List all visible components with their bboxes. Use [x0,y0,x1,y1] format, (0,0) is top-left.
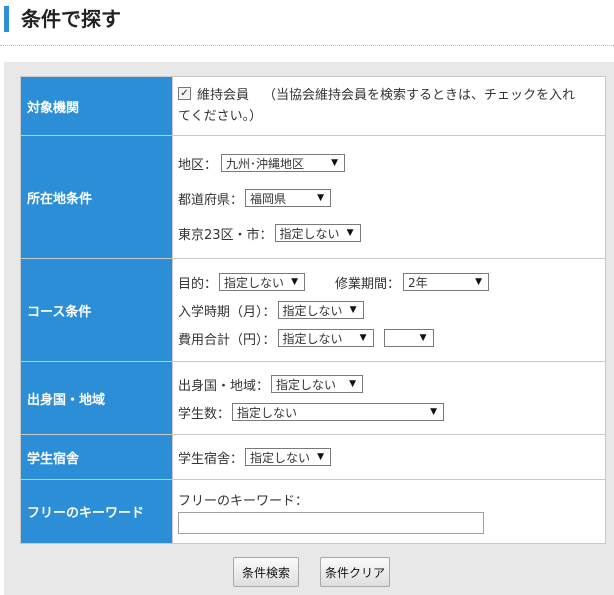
clear-button[interactable]: 条件クリア [320,557,390,587]
row-header-course: コース条件 [20,258,173,362]
cost-max-select[interactable]: ▼ [383,329,434,347]
tokyo-ward-select[interactable]: 指定しない ▼ [274,224,361,242]
entry-month-label: 入学時期（月）： [178,304,276,320]
country-select-value: 指定しない [276,377,337,392]
tokyo-ward-label: 東京23区・市： [178,227,273,243]
member-checkbox-label: 維持会員 [197,88,250,103]
row-body-target: ✓ 維持会員 （当協会維持会員を検索するときは、チェックを入れ てください。） [172,76,606,136]
row-header-keyword: フリーのキーワード [20,479,173,544]
country-select[interactable]: 指定しない ▼ [271,375,364,393]
chevron-down-icon: ▼ [331,158,339,168]
chevron-down-icon: ▼ [475,277,483,287]
period-select-value: 2年 [408,275,428,290]
row-course: コース条件 目的： 指定しない ▼ 修業期間： 2年 ▼ 入学時期（月）： 指定… [20,258,606,362]
students-select[interactable]: 指定しない ▼ [232,403,445,421]
purpose-select-value: 指定しない [224,275,285,290]
dorm-select[interactable]: 指定しない ▼ [245,448,332,466]
chevron-down-icon: ▼ [430,407,438,417]
row-header-origin: 出身国・地域 [20,361,173,435]
period-select[interactable]: 2年 ▼ [403,273,490,291]
row-origin: 出身国・地域 出身国・地域： 指定しない ▼ 学生数： 指定しない ▼ [20,361,606,435]
chevron-down-icon: ▼ [346,228,354,238]
purpose-select[interactable]: 指定しない ▼ [219,273,306,291]
member-note-line2: てください。） [178,109,263,124]
students-select-value: 指定しない [237,405,298,420]
row-target: 対象機関 ✓ 維持会員 （当協会維持会員を検索するときは、チェックを入れ てくだ… [20,76,606,136]
country-label: 出身国・地域： [178,378,270,394]
row-body-keyword: フリーのキーワード： [172,479,606,544]
row-keyword: フリーのキーワード フリーのキーワード： [20,479,606,544]
chevron-down-icon: ▼ [317,452,325,462]
region-select-value: 九州･沖縄地区 [226,156,305,171]
chevron-down-icon: ▼ [419,333,427,343]
chevron-down-icon: ▼ [349,305,357,315]
row-body-origin: 出身国・地域： 指定しない ▼ 学生数： 指定しない ▼ [172,361,606,435]
chevron-down-icon: ▼ [359,333,367,343]
tokyo-ward-select-value: 指定しない [279,226,340,241]
page-title: 条件で探す [4,6,121,32]
students-label: 学生数： [178,406,231,422]
row-location: 所在地条件 地区： 九州･沖縄地区 ▼ 都道府県： 福岡県 ▼ 東京23区・市：… [20,135,606,259]
row-header-location: 所在地条件 [20,135,173,259]
cost-label: 費用合計（円）： [178,332,276,348]
cost-min-select[interactable]: 指定しない ▼ [277,329,374,347]
dorm-label: 学生宿舎： [178,451,244,467]
purpose-label: 目的： [178,276,218,292]
entry-month-select-value: 指定しない [282,303,343,318]
keyword-input[interactable] [178,511,484,534]
search-form-table: 対象機関 ✓ 維持会員 （当協会維持会員を検索するときは、チェックを入れ てくだ… [20,76,606,544]
dorm-select-value: 指定しない [250,450,311,465]
chevron-down-icon: ▼ [291,277,299,287]
prefecture-select-value: 福岡県 [250,191,287,206]
cost-min-select-value: 指定しない [282,331,343,346]
row-header-dorm: 学生宿舎 [20,434,173,480]
row-body-dorm: 学生宿舎： 指定しない ▼ [172,434,606,480]
prefecture-label: 都道府県： [178,192,244,208]
region-select[interactable]: 九州･沖縄地区 ▼ [221,154,346,172]
period-label: 修業期間： [335,276,401,292]
row-dorm: 学生宿舎 学生宿舎： 指定しない ▼ [20,434,606,480]
row-body-course: 目的： 指定しない ▼ 修業期間： 2年 ▼ 入学時期（月）： 指定しない ▼ … [172,258,606,362]
keyword-label: フリーのキーワード： [178,493,309,509]
region-label: 地区： [178,157,218,173]
search-panel: 対象機関 ✓ 維持会員 （当協会維持会員を検索するときは、チェックを入れ てくだ… [4,62,614,595]
chevron-down-icon: ▼ [317,193,325,203]
member-note-line1: （当協会維持会員を検索するときは、チェックを入れ [263,88,576,103]
entry-month-select[interactable]: 指定しない ▼ [277,301,364,319]
member-checkbox[interactable]: ✓ [178,87,191,100]
chevron-down-icon: ▼ [349,379,357,389]
prefecture-select[interactable]: 福岡県 ▼ [245,189,332,207]
search-button[interactable]: 条件検索 [233,557,299,587]
row-body-location: 地区： 九州･沖縄地区 ▼ 都道府県： 福岡県 ▼ 東京23区・市： 指定しない… [172,135,606,259]
title-divider [0,45,614,46]
row-header-target: 対象機関 [20,76,173,136]
